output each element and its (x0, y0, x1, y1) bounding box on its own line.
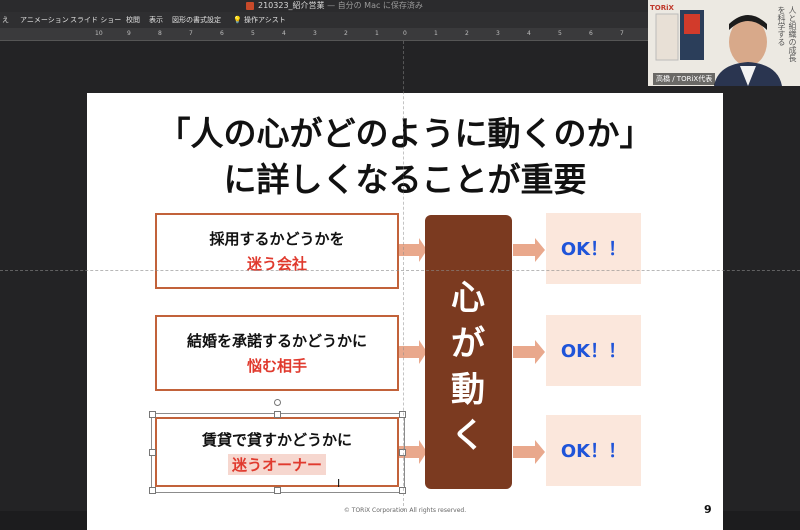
ok-box[interactable]: OK！！ (546, 415, 641, 486)
ruler-tick: 5 (558, 30, 562, 37)
ribbon-tab-view[interactable]: 表示 (149, 12, 163, 28)
ruler-tick: 6 (220, 30, 224, 37)
resize-handle[interactable] (149, 487, 156, 494)
arrow-right-icon (513, 440, 545, 464)
slide-canvas[interactable]: 「人の心がどのように動くのか」 に詳しくなることが重要 採用するかどうかを 迷う… (0, 41, 800, 530)
left-box-company[interactable]: 採用するかどうかを 迷う会社 (155, 213, 399, 289)
vertical-guide[interactable] (403, 41, 404, 511)
ok-label: OK！！ (560, 441, 627, 462)
ruler-tick: 3 (313, 30, 317, 37)
rotate-handle[interactable] (274, 399, 281, 406)
horizontal-guide[interactable] (0, 270, 800, 271)
arrow-right-icon (513, 340, 545, 364)
slide-title-line1[interactable]: 「人の心がどのように動くのか」 (87, 107, 723, 155)
ribbon-tab-transitions[interactable]: え (2, 12, 9, 28)
text-cursor-icon: I (337, 477, 341, 490)
powerpoint-doc-icon (246, 2, 254, 10)
document-title[interactable]: 210323_紹介営業 — 自分の Mac に保存済み (258, 0, 423, 12)
ruler-tick: 9 (127, 30, 131, 37)
slide-title-line2[interactable]: に詳しくなることが重要 (87, 153, 723, 201)
ruler-tick: 5 (251, 30, 255, 37)
ruler-tick: 2 (344, 30, 348, 37)
resize-handle[interactable] (274, 487, 281, 494)
left-box-line2: 悩む相手 (246, 357, 307, 375)
resize-handle[interactable] (274, 411, 281, 418)
ruler-tick: 6 (589, 30, 593, 37)
ruler-tick: 7 (620, 30, 624, 37)
center-heart-moves-box[interactable]: 心が動く (425, 215, 512, 489)
torix-logo: TORiX (650, 4, 674, 12)
ruler-tick: 1 (434, 30, 438, 37)
resize-handle[interactable] (149, 449, 156, 456)
ruler-tick: 4 (282, 30, 286, 37)
ruler-tick: 7 (189, 30, 193, 37)
arrow-right-icon (513, 238, 545, 262)
ok-label: OK！！ (560, 341, 627, 362)
ribbon-tab-animations[interactable]: アニメーション (20, 12, 69, 28)
ribbon-tell-me[interactable]: 操作アシスト (244, 12, 286, 28)
ruler-tick: 2 (465, 30, 469, 37)
ribbon-tab-review[interactable]: 校閲 (126, 12, 140, 28)
participant-name: 高橋 / TORiX代表 (653, 73, 716, 85)
ruler-tick: 0 (403, 30, 407, 37)
ruler-tick: 10 (95, 30, 103, 37)
ruler-tick: 4 (527, 30, 531, 37)
selection-frame[interactable] (151, 413, 405, 493)
save-status: — 自分の Mac に保存済み (327, 1, 423, 10)
left-box-partner[interactable]: 結婚を承諾するかどうかに 悩む相手 (155, 315, 399, 391)
ruler-tick: 8 (158, 30, 162, 37)
page-number: 9 (704, 503, 712, 516)
lightbulb-icon: 💡 (233, 16, 242, 24)
slide[interactable]: 「人の心がどのように動くのか」 に詳しくなることが重要 採用するかどうかを 迷う… (87, 93, 723, 530)
ok-box[interactable]: OK！！ (546, 213, 641, 284)
ribbon-tab-slideshow[interactable]: スライド ショー (70, 12, 121, 28)
ruler-tick: 3 (496, 30, 500, 37)
ruler-tick: 1 (375, 30, 379, 37)
doc-name: 210323_紹介営業 (258, 1, 325, 10)
left-box-line1: 採用するかどうかを (209, 230, 345, 248)
resize-handle[interactable] (149, 411, 156, 418)
book-caption: 人と組織の成長を科学する (777, 6, 797, 62)
ok-box[interactable]: OK！！ (546, 315, 641, 386)
center-text: 心が動く (451, 278, 485, 456)
ok-label: OK！！ (560, 239, 627, 260)
ribbon-tab-shape-format[interactable]: 図形の書式設定 (172, 12, 221, 28)
left-box-line1: 結婚を承諾するかどうかに (186, 332, 367, 350)
